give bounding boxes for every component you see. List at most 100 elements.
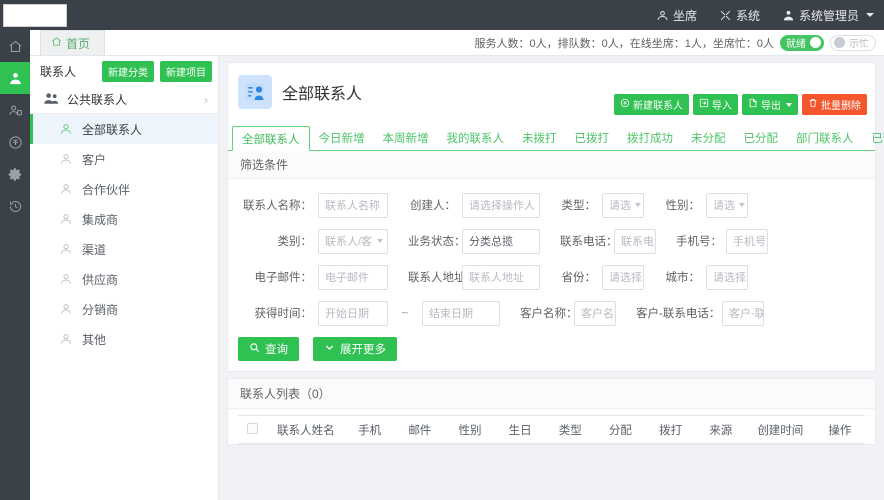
province-select-value: 请选择: [609, 269, 642, 285]
topbar-item-system[interactable]: 系统: [719, 7, 760, 24]
label-gender: 性别：: [664, 197, 700, 213]
tab-today-new[interactable]: 今日新增: [310, 125, 374, 150]
export-button[interactable]: 导出: [742, 94, 798, 115]
col-create-time[interactable]: 创建时间: [746, 416, 815, 444]
filter-row-4: 获得时间： 开始日期 ~ 结束日期 客户名称： 客户名称 客户-联系电话： 客户…: [238, 295, 865, 331]
col-assign[interactable]: 分配: [595, 416, 645, 444]
batch-delete-button[interactable]: 批量删除: [802, 94, 867, 115]
mobile-input[interactable]: 手机号: [726, 229, 768, 254]
tab-bar: 全部联系人 今日新增 本周新增 我的联系人 未拨打 已拨打 拨打成功 未分配 已…: [228, 125, 875, 151]
tab-unassigned[interactable]: 未分配: [682, 125, 735, 150]
top-bar: 坐席 系统 系统管理员: [0, 0, 884, 30]
customer-phone-input[interactable]: 客户-联系: [722, 301, 764, 326]
contact-list-card: 联系人列表（0） 联系人姓名 手机 邮件 性别: [227, 378, 876, 445]
sidebar-item-integrator[interactable]: 集成商: [30, 204, 218, 234]
contact-name-input[interactable]: 联系人名称: [318, 193, 388, 218]
sidebar-item-other[interactable]: 其他: [30, 324, 218, 354]
contact-list-title: 联系人列表（0）: [228, 379, 875, 409]
rail-item-contacts[interactable]: [0, 62, 30, 94]
group-public-contacts[interactable]: 公共联系人 ›: [30, 86, 218, 114]
logo[interactable]: [3, 4, 67, 27]
rail-item-home[interactable]: [0, 30, 30, 62]
type-select[interactable]: 请选: [602, 193, 644, 218]
contact-card-icon: [238, 75, 272, 109]
tab-dialed[interactable]: 已拨打: [566, 125, 619, 150]
col-email[interactable]: 邮件: [395, 416, 445, 444]
sidebar-item-all-contacts[interactable]: 全部联系人: [30, 114, 218, 144]
breadcrumb-tab-home[interactable]: 首页: [40, 30, 105, 55]
sidebar-item-supplier[interactable]: 供应商: [30, 264, 218, 294]
business-status-input[interactable]: 分类总揽: [462, 229, 540, 254]
province-select[interactable]: 请选择: [602, 265, 644, 290]
start-date-input[interactable]: 开始日期: [318, 301, 388, 326]
plus-circle-icon: [620, 98, 630, 111]
group-icon: [44, 92, 59, 108]
sidebar-item-partner[interactable]: 合作伙伴: [30, 174, 218, 204]
new-category-button[interactable]: 新建分类: [102, 61, 154, 82]
gender-select[interactable]: 请选: [706, 193, 748, 218]
tab-label: 本周新增: [383, 130, 429, 146]
new-project-button[interactable]: 新建项目: [160, 61, 212, 82]
tab-label: 未拨打: [522, 130, 557, 146]
system-icon: [719, 9, 732, 22]
col-mobile[interactable]: 手机: [345, 416, 395, 444]
sidebar-item-channel[interactable]: 渠道: [30, 234, 218, 264]
sidebar-item-label: 集成商: [82, 211, 118, 228]
search-button[interactable]: 查询: [238, 337, 299, 361]
person-icon: [59, 152, 73, 166]
tab-label: 已预约: [872, 130, 884, 146]
col-contact-name[interactable]: 联系人姓名: [267, 416, 344, 444]
select-all-checkbox[interactable]: [247, 423, 258, 434]
import-label: 导入: [712, 97, 732, 112]
agent-icon: [656, 9, 669, 22]
select-all-cell: [238, 416, 267, 444]
tab-assigned[interactable]: 已分配: [735, 125, 788, 150]
col-dial[interactable]: 拨打: [646, 416, 696, 444]
rail-item-knowledge[interactable]: [0, 126, 30, 158]
status-toggle-busy[interactable]: 示忙: [830, 35, 876, 51]
col-actions[interactable]: 操作: [815, 416, 865, 444]
category-select[interactable]: 联系人/客: [318, 229, 388, 254]
tab-not-dialed[interactable]: 未拨打: [513, 125, 566, 150]
col-gender[interactable]: 性别: [445, 416, 495, 444]
tab-dial-success[interactable]: 拨打成功: [618, 125, 682, 150]
city-select[interactable]: 请选择: [706, 265, 748, 290]
status-toggle-ready[interactable]: 就绪: [780, 35, 824, 51]
tab-dept-contacts[interactable]: 部门联系人: [787, 125, 863, 150]
col-birthday[interactable]: 生日: [495, 416, 545, 444]
phone-input[interactable]: 联系电话: [614, 229, 656, 254]
toggle-knob-busy: [834, 37, 845, 48]
address-input[interactable]: 联系人地址: [462, 265, 540, 290]
trash-icon: [808, 98, 818, 111]
end-date-input[interactable]: 结束日期: [422, 301, 500, 326]
group-label: 公共联系人: [67, 91, 127, 108]
rail-item-settings[interactable]: [0, 158, 30, 190]
email-input[interactable]: 电子邮件: [318, 265, 388, 290]
tab-all-contacts[interactable]: 全部联系人: [232, 126, 310, 151]
rail-item-customers[interactable]: [0, 94, 30, 126]
tab-label: 未分配: [691, 130, 726, 146]
rail-item-history[interactable]: [0, 190, 30, 222]
tab-reserved[interactable]: 已预约: [863, 125, 884, 150]
col-type[interactable]: 类型: [545, 416, 595, 444]
sidebar-item-customer[interactable]: 客户: [30, 144, 218, 174]
date-range-separator: ~: [388, 306, 422, 320]
search-icon: [249, 342, 260, 356]
topbar-item-user[interactable]: 系统管理员: [782, 7, 874, 24]
page-header-card: 全部联系人 新建联系人: [227, 62, 876, 372]
field-address: 联系人地址： 联系人地址: [408, 265, 540, 290]
tab-my-contacts[interactable]: 我的联系人: [438, 125, 514, 150]
customer-name-input[interactable]: 客户名称: [574, 301, 616, 326]
expand-more-button[interactable]: 展开更多: [313, 337, 397, 361]
new-contact-button[interactable]: 新建联系人: [614, 94, 689, 115]
chevron-down-icon: [635, 203, 641, 207]
col-source[interactable]: 来源: [696, 416, 746, 444]
topbar-item-agent[interactable]: 坐席: [656, 7, 697, 24]
filter-row-3: 电子邮件： 电子邮件 联系人地址： 联系人地址 省份： 请选择: [238, 259, 865, 295]
tab-week-new[interactable]: 本周新增: [374, 125, 438, 150]
field-mobile: 手机号： 手机号: [676, 229, 768, 254]
sidebar-item-distributor[interactable]: 分销商: [30, 294, 218, 324]
tab-label: 已拨打: [575, 130, 610, 146]
creator-select[interactable]: 请选择操作人: [462, 193, 540, 218]
import-button[interactable]: 导入: [693, 94, 738, 115]
